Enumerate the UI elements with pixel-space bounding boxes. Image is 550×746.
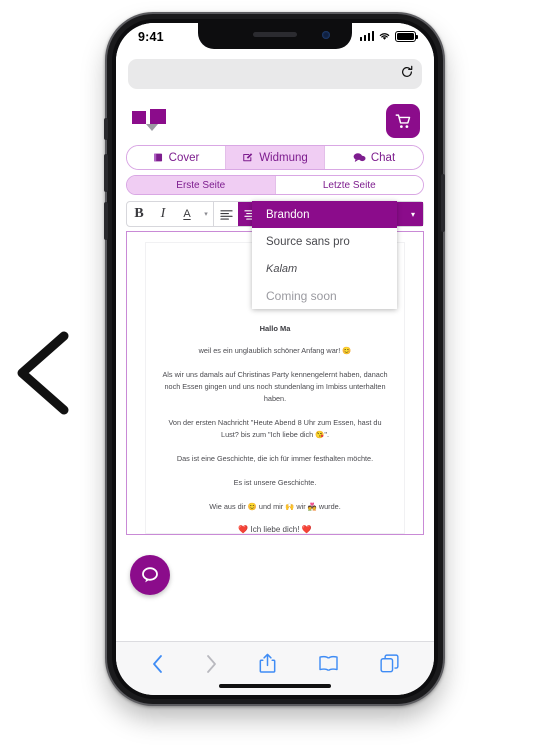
- power-button[interactable]: [441, 174, 445, 232]
- screenshot-stage: 9:41 Cover Widmung Chat Erste Seite Letz…: [0, 0, 550, 746]
- volume-up-button[interactable]: [104, 154, 108, 192]
- letter-paragraph: Es ist unsere Geschichte.: [233, 478, 317, 488]
- share-icon: [260, 653, 276, 673]
- tab-chat[interactable]: Chat: [325, 146, 423, 169]
- prev-page-arrow[interactable]: [12, 330, 74, 416]
- chevron-left-large-icon: [17, 331, 69, 415]
- app-logo[interactable]: [130, 107, 176, 135]
- phone-screen: 9:41 Cover Widmung Chat Erste Seite Letz…: [116, 23, 434, 695]
- front-camera: [322, 31, 330, 39]
- tab-chat-label: Chat: [370, 151, 396, 164]
- app-header: [116, 97, 434, 145]
- shopping-cart-icon: [395, 113, 410, 128]
- cellular-signal-icon: [359, 31, 374, 42]
- letter-paragraph: Von der ersten Nachricht "Heute Abend 8 …: [168, 418, 382, 440]
- earpiece-speaker: [253, 32, 297, 37]
- status-time: 9:41: [138, 30, 164, 44]
- chevron-left-icon: [152, 654, 162, 673]
- chat-fab-button[interactable]: [130, 555, 170, 595]
- wifi-icon: [379, 33, 390, 40]
- chat-bubble-icon: [142, 567, 158, 583]
- letter-content: Hallo Ma weil es ein unglaublich schöner…: [153, 324, 397, 535]
- page-tab-erste-seite[interactable]: Erste Seite: [127, 176, 276, 194]
- edit-pencil-icon: [243, 153, 253, 162]
- page-tab-erste-seite-label: Erste Seite: [176, 179, 226, 191]
- phone-frame: 9:41 Cover Widmung Chat Erste Seite Letz…: [104, 14, 445, 704]
- web-page: Cover Widmung Chat Erste Seite Letzte Se…: [116, 97, 434, 609]
- bookmarks-button[interactable]: [318, 655, 339, 672]
- forward-button[interactable]: [205, 654, 218, 674]
- chevron-down-icon: ▾: [410, 209, 415, 219]
- share-button[interactable]: [259, 653, 276, 674]
- phone-bezel: 9:41 Cover Widmung Chat Erste Seite Letz…: [112, 19, 438, 699]
- letter-paragraph: Das ist eine Geschichte, die ich für imm…: [176, 454, 374, 464]
- chat-bubble-icon: [353, 153, 366, 162]
- letter-love-line: ❤️ Ich liebe dich! ❤️: [238, 525, 312, 535]
- tab-widmung-label: Widmung: [259, 151, 308, 164]
- browser-url-bar-container: [116, 53, 434, 97]
- italic-button[interactable]: I: [151, 202, 175, 226]
- url-bar[interactable]: [128, 59, 422, 89]
- browser-bottom-bar: [116, 641, 434, 695]
- tabs-button[interactable]: [380, 654, 399, 673]
- book-icon: [153, 153, 162, 162]
- main-tabs: Cover Widmung Chat: [126, 145, 424, 170]
- bold-button[interactable]: B: [127, 202, 151, 226]
- page-tab-letzte-seite[interactable]: Letzte Seite: [275, 176, 423, 194]
- notch: [198, 23, 352, 49]
- letter-greeting: Hallo Ma: [259, 324, 291, 333]
- back-button[interactable]: [151, 654, 164, 674]
- letter-paragraph: Als wir uns damals auf Christinas Party …: [162, 370, 388, 404]
- mute-switch[interactable]: [104, 118, 108, 140]
- font-option-source-sans-pro[interactable]: Source sans pro: [252, 228, 397, 255]
- letter-paragraph: Wie aus dir 😊 und mir 🙌 wir 💑 wurde.: [209, 502, 341, 512]
- text-style-group: B I A ▾: [127, 202, 214, 226]
- page-tab-letzte-seite-label: Letzte Seite: [322, 179, 376, 191]
- book-icon: [319, 655, 338, 672]
- font-option-kalam[interactable]: Kalam: [252, 255, 397, 282]
- reload-icon[interactable]: [400, 65, 414, 84]
- text-color-button[interactable]: A: [175, 202, 199, 226]
- volume-down-button[interactable]: [104, 202, 108, 240]
- align-left-button[interactable]: [214, 202, 238, 226]
- cart-button[interactable]: [386, 104, 420, 138]
- tabs-icon: [380, 654, 399, 673]
- page-tabs: Erste Seite Letzte Seite: [126, 175, 424, 195]
- status-icons: [359, 31, 418, 42]
- tab-widmung[interactable]: Widmung: [226, 146, 325, 169]
- tab-cover[interactable]: Cover: [127, 146, 226, 169]
- font-family-dropdown[interactable]: Brandon Source sans pro Kalam Coming soo…: [252, 201, 397, 309]
- chevron-right-icon: [207, 654, 216, 673]
- battery-icon: [395, 31, 418, 42]
- align-left-icon: [219, 209, 233, 220]
- letter-paragraph: weil es ein unglaublich schöner Anfang w…: [198, 346, 352, 355]
- app-logo-icon: [132, 109, 166, 131]
- font-option-coming-soon[interactable]: Coming soon: [252, 282, 397, 309]
- font-option-brandon[interactable]: Brandon: [252, 201, 397, 228]
- home-indicator: [219, 684, 331, 688]
- tab-cover-label: Cover: [168, 151, 200, 164]
- text-color-caret-icon[interactable]: ▾: [199, 202, 213, 226]
